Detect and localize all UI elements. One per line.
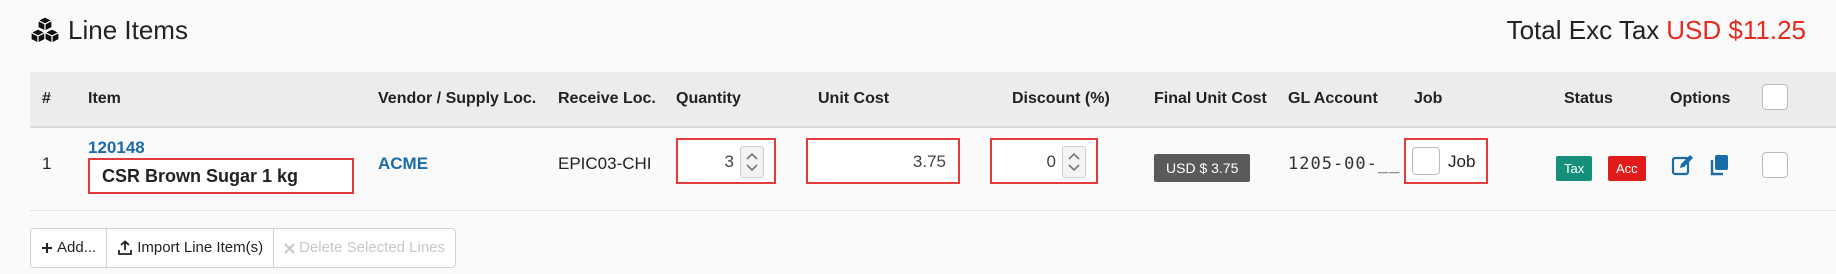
delete-label: Delete Selected Lines — [299, 239, 446, 256]
col-status: Status — [1564, 90, 1613, 107]
col-vendor: Vendor / Supply Loc. — [378, 90, 537, 107]
cubes-icon — [30, 16, 60, 44]
vendor-link[interactable]: ACME — [378, 154, 428, 174]
add-label: Add... — [57, 239, 97, 256]
upload-icon — [118, 240, 133, 255]
edit-icon[interactable] — [1670, 152, 1696, 178]
status-badge-tax: Tax — [1556, 156, 1593, 181]
unit-cost-field[interactable]: 3.75 — [806, 138, 960, 184]
job-checkbox[interactable] — [1412, 147, 1440, 175]
col-unit-cost: Unit Cost — [818, 90, 890, 107]
times-icon — [284, 242, 295, 254]
final-unit-cost-badge: USD $ 3.75 — [1154, 154, 1251, 182]
line-items-table: # Item Vendor / Supply Loc. Receive Loc.… — [30, 72, 1836, 211]
total-exc-tax: Total Exc Tax USD $11.25 — [1507, 12, 1806, 48]
plus-icon — [42, 243, 52, 253]
item-code-link[interactable]: 120148 — [88, 138, 145, 158]
row-select-checkbox[interactable] — [1762, 152, 1788, 178]
section-header: Line Items — [30, 12, 188, 48]
item-name-field[interactable]: CSR Brown Sugar 1 kg — [88, 158, 354, 194]
quantity-value: 3 — [724, 152, 734, 171]
table-row: 1 120148 CSR Brown Sugar 1 kg ACME EPIC0… — [30, 128, 1836, 211]
table-header: # Item Vendor / Supply Loc. Receive Loc.… — [30, 72, 1836, 128]
row-number: 1 — [42, 154, 52, 173]
gl-account: 1205-00-__ — [1288, 154, 1401, 174]
col-gl-account: GL Account — [1288, 90, 1378, 107]
discount-value: 0 — [1046, 152, 1056, 171]
spinner-icon[interactable] — [740, 146, 764, 178]
import-button[interactable]: Import Line Item(s) — [107, 229, 275, 267]
spinner-icon[interactable] — [1062, 146, 1086, 178]
copy-icon[interactable] — [1706, 152, 1732, 178]
discount-stepper[interactable]: 0 — [990, 138, 1098, 184]
receive-location: EPIC03-CHI — [558, 154, 652, 173]
col-options: Options — [1670, 90, 1731, 107]
add-button[interactable]: Add... — [31, 229, 108, 267]
line-item-actions: Add... Import Line Item(s) Delete Select… — [30, 228, 457, 268]
job-label: Job — [1448, 152, 1476, 171]
total-label: Total Exc Tax — [1506, 14, 1660, 45]
col-job: Job — [1414, 90, 1443, 107]
col-item: Item — [88, 90, 121, 107]
unit-cost-value: 3.75 — [912, 152, 946, 171]
col-num: # — [42, 90, 51, 107]
quantity-stepper[interactable]: 3 — [676, 138, 776, 184]
select-all-checkbox[interactable] — [1762, 84, 1788, 110]
total-amount: USD $11.25 — [1666, 14, 1806, 45]
col-receive: Receive Loc. — [558, 90, 656, 107]
col-quantity: Quantity — [676, 90, 741, 107]
page-title: Line Items — [68, 14, 188, 45]
delete-selected-button[interactable]: Delete Selected Lines — [274, 229, 455, 267]
col-final-unit-cost: Final Unit Cost — [1154, 90, 1267, 107]
col-discount: Discount (%) — [1012, 90, 1110, 107]
import-label: Import Line Item(s) — [137, 239, 264, 256]
job-field[interactable]: Job — [1404, 138, 1488, 184]
status-badge-acc: Acc — [1608, 156, 1646, 181]
